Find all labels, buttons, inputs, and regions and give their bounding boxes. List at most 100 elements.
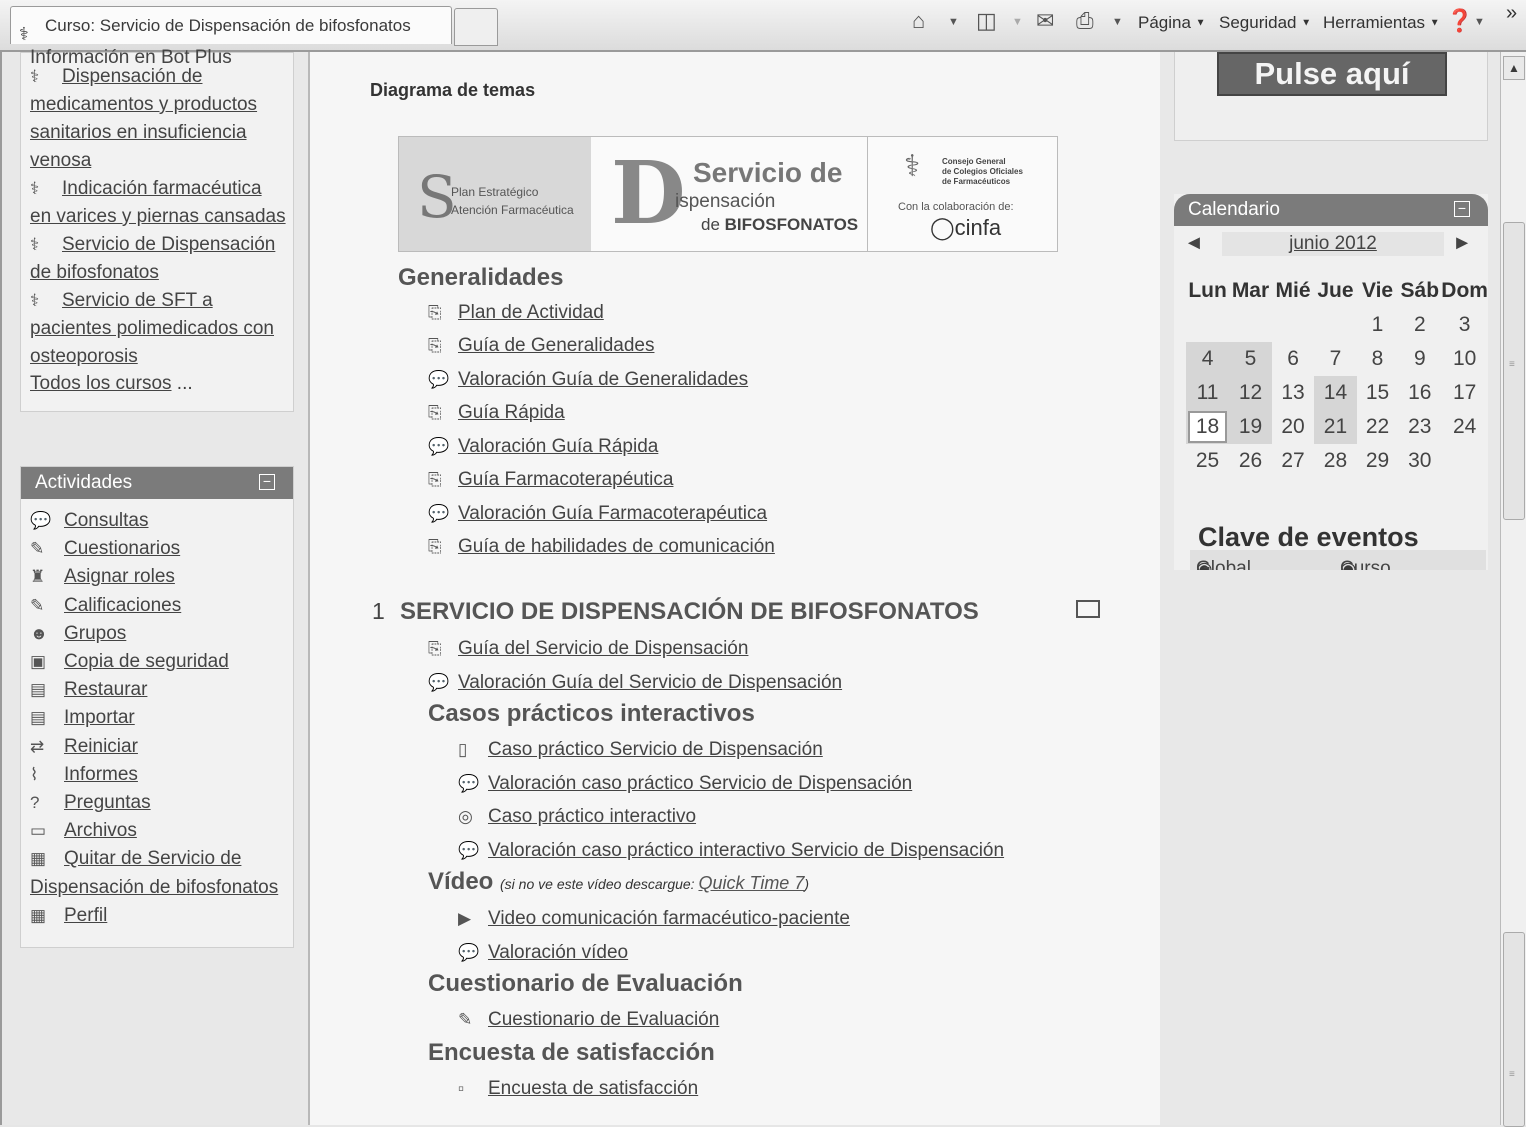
help-dropdown-icon[interactable]: ▼	[1474, 16, 1485, 28]
calendar-day[interactable]: 19	[1229, 410, 1272, 444]
calendar-day[interactable]: 11	[1186, 376, 1230, 410]
list-item[interactable]: ▦ Quitar de Servicio de Dispensación de b…	[30, 845, 293, 901]
prev-month-icon[interactable]: ◄	[1184, 232, 1204, 255]
browser-tab[interactable]: ⚕ Curso: Servicio de Dispensación de bif…	[10, 6, 452, 44]
resource-link[interactable]: ▫ Encuesta de satisfacción	[458, 1078, 698, 1100]
resource-link[interactable]: ⎘ Guía de Generalidades	[428, 335, 654, 357]
toolbar-overflow-chevron[interactable]: »	[1506, 0, 1517, 26]
list-item[interactable]: ✎ Cuestionarios	[30, 535, 293, 563]
activity-link[interactable]: Grupos	[64, 623, 126, 644]
resource-link[interactable]: 💬 Valoración Guía Farmacoterapéutica	[428, 503, 767, 525]
list-item[interactable]: ⚕ Servicio de SFT a pacientes polimedicad…	[30, 287, 287, 371]
list-item[interactable]: ⚕ Dispensación de medicamentos y producto…	[30, 63, 287, 175]
pulse-aqui-button[interactable]: Pulse aquí	[1217, 52, 1447, 96]
collapse-icon[interactable]: −	[259, 474, 275, 490]
pdf-icon: ⎘	[428, 639, 442, 658]
course-link[interactable]: Dispensación de medicamentos y productos…	[30, 66, 257, 171]
home-dropdown-icon[interactable]: ▼	[948, 16, 959, 28]
calendar-day: 29	[1365, 449, 1390, 472]
chevron-down-icon: ▼	[1195, 17, 1206, 29]
calendar-day: 20	[1281, 415, 1305, 438]
resource-link[interactable]: ⎘ Guía Rápida	[428, 402, 565, 424]
list-item[interactable]: ⚕ Servicio de Dispensación de bifosfonato…	[30, 231, 287, 287]
resource-link[interactable]: 💬 Valoración Guía de Generalidades	[428, 369, 748, 391]
list-item[interactable]: ⌇ Informes	[30, 761, 293, 789]
all-courses-link[interactable]: Todos los cursos	[30, 373, 172, 394]
calendar-day[interactable]: 18	[1186, 410, 1230, 444]
calendar-day[interactable]: 12	[1229, 376, 1272, 410]
resource-link[interactable]: ⎘ Plan de Actividad	[428, 302, 604, 324]
chat-icon: 💬	[428, 504, 450, 523]
activity-link[interactable]: Cuestionarios	[64, 538, 180, 559]
activity-link[interactable]: Archivos	[64, 820, 137, 841]
activity-link[interactable]: Quitar de Servicio de Dispensación de bi…	[30, 848, 278, 897]
activity-link[interactable]: Consultas	[64, 510, 149, 531]
list-item[interactable]: ▤ Restaurar	[30, 676, 293, 704]
resource-link[interactable]: ✎ Cuestionario de Evaluación	[458, 1009, 719, 1031]
home-icon[interactable]: ⌂	[912, 8, 925, 34]
activity-link[interactable]: Informes	[64, 764, 138, 785]
resource-link[interactable]: ▯ Caso práctico Servicio de Dispensación	[458, 739, 823, 761]
list-item[interactable]: ☻ Grupos	[30, 620, 293, 648]
scroll-thumb[interactable]: ≡	[1503, 932, 1525, 1127]
menu-herramientas[interactable]: Herramientas ▼	[1323, 10, 1440, 37]
resource-link[interactable]: ⎘ Guía de habilidades de comunicación	[428, 536, 775, 558]
list-item[interactable]: ? Preguntas	[30, 789, 293, 817]
list-item[interactable]: ✎ Calificaciones	[30, 592, 293, 620]
mail-icon[interactable]: ✉	[1036, 8, 1054, 34]
list-item[interactable]: ▤ Importar	[30, 704, 293, 732]
resource-link[interactable]: 💬 Valoración vídeo	[458, 942, 628, 964]
list-item[interactable]: ▭ Archivos	[30, 817, 293, 845]
course-link[interactable]: Servicio de SFT a pacientes polimedicado…	[30, 290, 274, 367]
resource-link[interactable]: ⎘ Guía Farmacoterapéutica	[428, 469, 673, 491]
resource-link[interactable]: ▶ Video comunicación farmacéutico-pacient…	[458, 908, 850, 930]
activity-link[interactable]: Importar	[64, 707, 135, 728]
rss-feed-icon[interactable]: ◫	[976, 8, 997, 34]
list-item[interactable]: ⇄ Reiniciar	[30, 733, 293, 761]
collapse-icon[interactable]: −	[1454, 201, 1470, 217]
resource-link[interactable]: 💬 Valoración Guía del Servicio de Dispens…	[428, 672, 842, 694]
activities-block: Actividades − 💬 Consultas ✎ Cuestionarios …	[20, 466, 294, 948]
course-link[interactable]: Servicio de Dispensación de bifosfonatos	[30, 234, 275, 283]
activity-link[interactable]: Preguntas	[64, 792, 151, 813]
scrollbar[interactable]: ▲ ≡ ≡	[1500, 52, 1526, 1127]
scroll-up-arrow-icon[interactable]: ▲	[1503, 56, 1525, 80]
activity-link[interactable]: Copia de seguridad	[64, 651, 229, 672]
plan-line1: Plan Estratégico	[451, 185, 539, 199]
calendar-month[interactable]: junio 2012	[1222, 232, 1444, 256]
help-icon[interactable]: ❓	[1446, 8, 1473, 34]
list-item[interactable]: ▣ Copia de seguridad	[30, 648, 293, 676]
activity-link[interactable]: Perfil	[64, 905, 107, 926]
list-item[interactable]: ⚕ Indicación farmacéutica en varices y pi…	[30, 175, 287, 231]
show-only-section-icon[interactable]	[1076, 600, 1100, 618]
list-item[interactable]: ▦ Perfil	[30, 902, 293, 930]
print-dropdown-icon[interactable]: ▼	[1112, 16, 1123, 28]
resource-link[interactable]: ⎘ Guía del Servicio de Dispensación	[428, 638, 748, 660]
calendar-day[interactable]: 21	[1314, 410, 1357, 444]
resource-link[interactable]: 💬 Valoración Guía Rápida	[428, 436, 658, 458]
casos-heading: Casos prácticos interactivos	[428, 700, 755, 727]
course-link-partial[interactable]: Información en Bot Plus	[21, 49, 293, 63]
calendar-day[interactable]: 4	[1186, 342, 1230, 376]
quicktime-link[interactable]: Quick Time 7	[698, 873, 804, 893]
resource-link[interactable]: 💬 Valoración caso práctico interactivo Se…	[458, 840, 1004, 862]
activity-link[interactable]: Asignar roles	[64, 566, 175, 587]
course-icon: ⚕	[30, 179, 40, 198]
resource-link[interactable]: ◎ Caso práctico interactivo	[458, 806, 696, 828]
scroll-thumb[interactable]: ≡	[1503, 222, 1525, 520]
calendar-header: Calendario −	[1174, 194, 1488, 226]
activity-link[interactable]: Reiniciar	[64, 736, 138, 757]
resource-link[interactable]: 💬 Valoración caso práctico Servicio de Di…	[458, 773, 912, 795]
activity-link[interactable]: Restaurar	[64, 679, 147, 700]
next-month-icon[interactable]: ►	[1452, 232, 1472, 255]
activity-link[interactable]: Calificaciones	[64, 595, 181, 616]
course-link[interactable]: Indicación farmacéutica en varices y pie…	[30, 178, 286, 227]
new-tab-button[interactable]	[454, 8, 498, 46]
menu-seguridad[interactable]: Seguridad ▼	[1219, 10, 1311, 37]
list-item[interactable]: 💬 Consultas	[30, 507, 293, 535]
calendar-day[interactable]: 14	[1314, 376, 1357, 410]
print-icon[interactable]: ⎙	[1076, 8, 1094, 34]
menu-pagina[interactable]: Página ▼	[1138, 10, 1206, 37]
calendar-day[interactable]: 5	[1229, 342, 1272, 376]
list-item[interactable]: ♜ Asignar roles	[30, 563, 293, 591]
